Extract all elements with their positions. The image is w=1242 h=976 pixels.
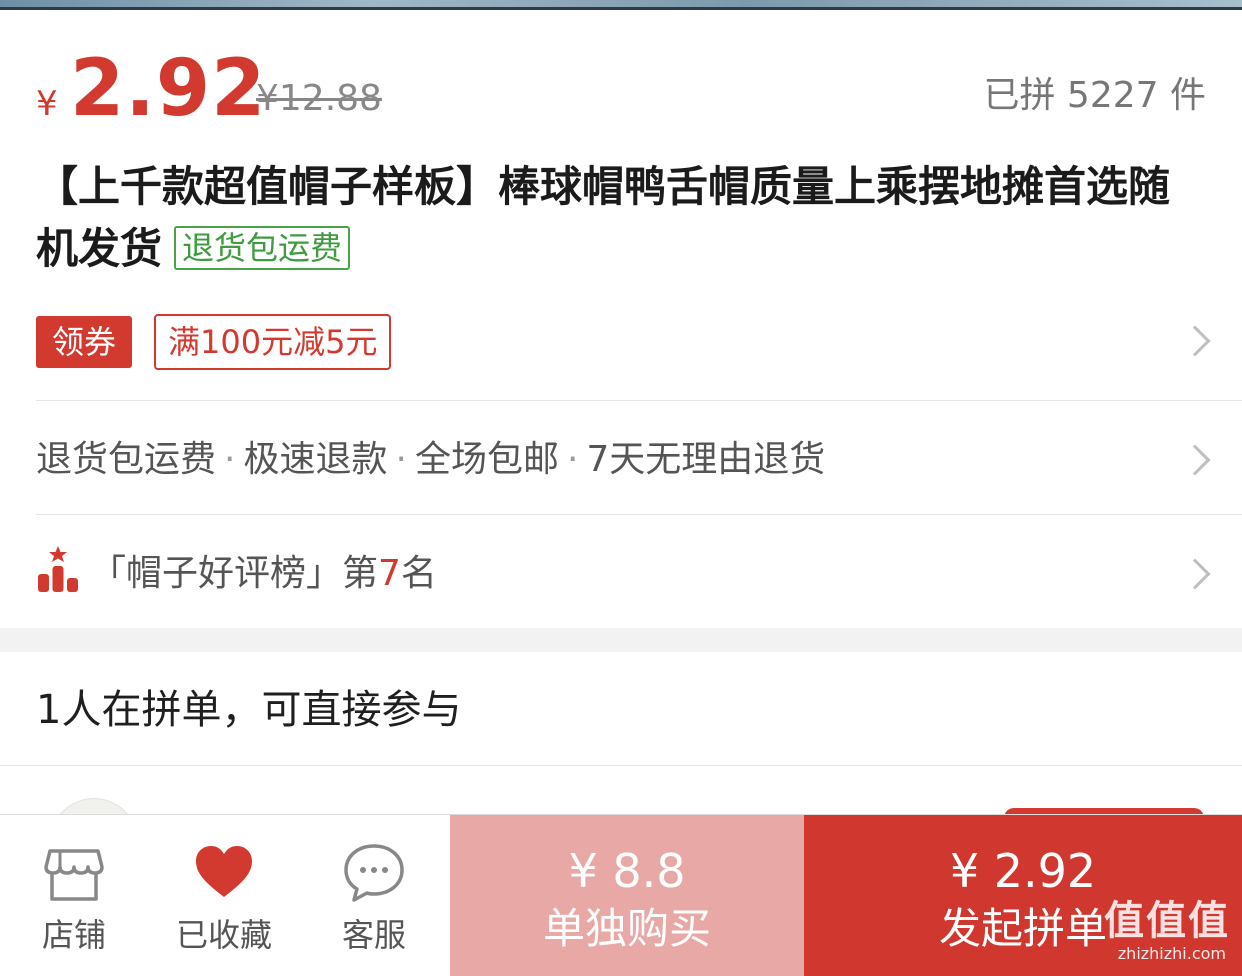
original-price: ¥12.88 [256, 78, 382, 119]
store-label: 店铺 [41, 916, 106, 954]
bottom-action-bar: 店铺 已收藏 客服 ¥ 8.8 单独购买 ¥ 2.92 发起拼单 值值值 zhi… [0, 814, 1242, 976]
heart-icon [196, 846, 252, 897]
store-icon [44, 849, 104, 901]
favorite-button[interactable]: 已收藏 [154, 815, 294, 976]
service-guarantees-row[interactable]: 退货包运费 · 极速退款 · 全场包邮 · 7天无理由退货 [36, 432, 1211, 488]
service-separator: · [224, 439, 236, 480]
group-buy-price: ¥ 2.92 [949, 844, 1097, 898]
store-button[interactable]: 店铺 [4, 815, 144, 976]
ranking-text: 「帽子好评榜」第7名 [90, 544, 437, 604]
group-buy-heading: 1人在拼单，可直接参与 [36, 687, 462, 733]
chevron-right-icon[interactable] [1179, 325, 1211, 357]
section-separator [0, 628, 1242, 652]
ranking-podium-icon [38, 546, 78, 592]
favorite-label: 已收藏 [175, 916, 272, 954]
price-currency-symbol: ¥ [36, 84, 58, 124]
start-group-buy-button[interactable]: ¥ 2.92 发起拼单 [804, 815, 1242, 976]
divider [0, 765, 1242, 766]
service-separator: · [566, 439, 579, 480]
chevron-right-icon[interactable] [1179, 444, 1211, 476]
price-row: ¥ 2.92 ¥12.88 已拼 5227 件 [36, 44, 1206, 134]
chat-bubble-icon [344, 844, 404, 902]
group-buy-label: 发起拼单 [938, 904, 1107, 953]
service-item: 全场包邮 [414, 439, 559, 480]
service-item: 7天无理由退货 [586, 439, 826, 480]
buy-alone-label: 单独购买 [542, 904, 711, 953]
product-title: 【上千款超值帽子样板】棒球帽鸭舌帽质量上乘摆地摊首选随机发货 退货包运费 [36, 156, 1206, 280]
coupon-offer-tag[interactable]: 满100元减5元 [154, 314, 392, 370]
buy-alone-button[interactable]: ¥ 8.8 单独购买 [450, 815, 804, 976]
returns-shipping-tag: 退货包运费 [174, 225, 351, 270]
divider [36, 400, 1242, 401]
divider [36, 514, 1242, 515]
ranking-number: 7 [378, 553, 401, 594]
coupon-row[interactable]: 领券 满100元减5元 [36, 314, 1211, 372]
ranking-row[interactable]: 「帽子好评榜」第7名 [36, 544, 1211, 604]
service-separator: · [395, 439, 407, 480]
customer-service-label: 客服 [341, 916, 406, 954]
group-price: 2.92 [70, 44, 267, 134]
customer-service-button[interactable]: 客服 [304, 815, 444, 976]
service-item: 退货包运费 [36, 439, 217, 480]
ranking-suffix: 名 [400, 553, 437, 594]
product-image-bottom-edge[interactable] [0, 0, 1242, 10]
chevron-right-icon[interactable] [1179, 558, 1211, 590]
service-item: 极速退款 [243, 439, 388, 480]
ranking-prefix: 「帽子好评榜」第 [90, 553, 379, 594]
sold-count: 已拼 5227 件 [983, 75, 1206, 116]
claim-coupon-button[interactable]: 领券 [36, 316, 132, 368]
buy-alone-price: ¥ 8.8 [568, 844, 686, 898]
